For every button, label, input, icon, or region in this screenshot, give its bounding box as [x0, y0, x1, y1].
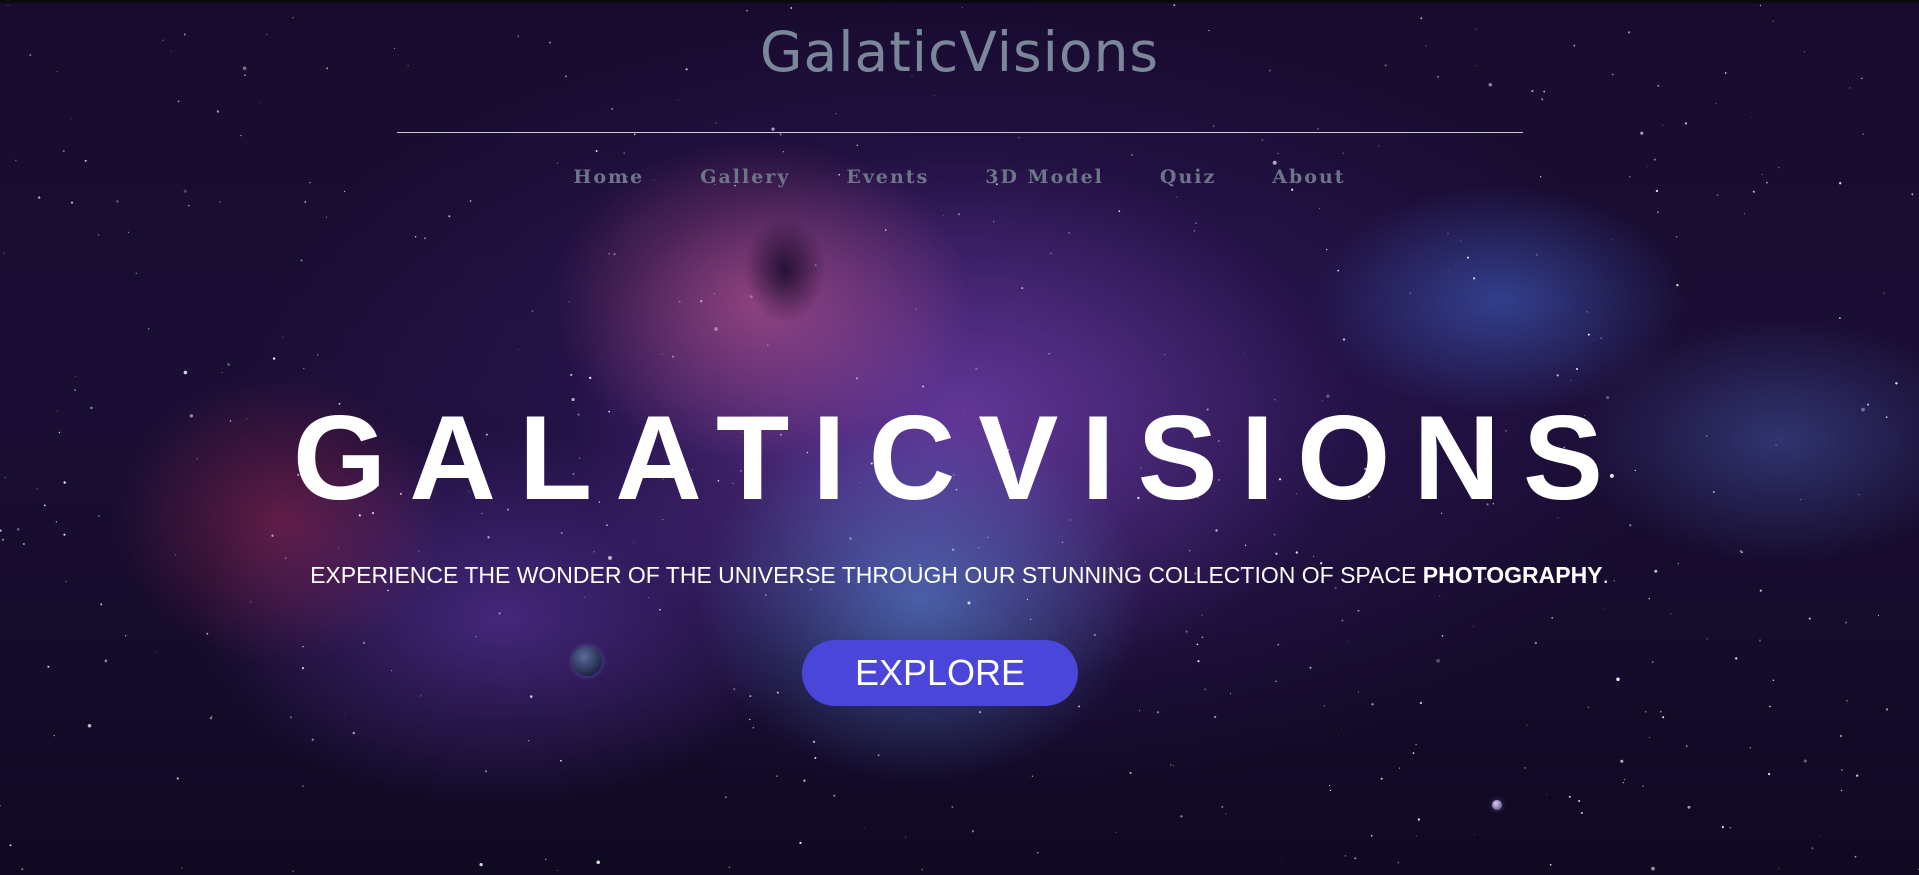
dark-nebula-cloud [720, 190, 850, 350]
nav-link-gallery[interactable]: Gallery [700, 166, 790, 188]
top-edge-band [0, 0, 1919, 3]
planet-graphic [572, 646, 602, 676]
bright-star-graphic [1492, 800, 1502, 810]
tagline-text: EXPERIENCE THE WONDER OF THE UNIVERSE TH… [310, 562, 1423, 588]
nav-link-events[interactable]: Events [846, 166, 929, 188]
main-nav: Home Gallery Events 3D Model Quiz About [0, 166, 1919, 188]
nav-link-3d-model[interactable]: 3D Model [985, 166, 1104, 188]
hero-tagline: EXPERIENCE THE WONDER OF THE UNIVERSE TH… [0, 562, 1919, 589]
hero-title: GALATICVISIONS [292, 391, 1627, 525]
tagline-end: . [1602, 562, 1609, 588]
tagline-emphasis: PHOTOGRAPHY [1422, 562, 1603, 588]
site-logo-title[interactable]: GalaticVisions [0, 22, 1919, 83]
header-divider [397, 132, 1523, 133]
explore-button[interactable]: EXPLORE [802, 640, 1078, 706]
nav-link-home[interactable]: Home [573, 166, 644, 188]
nav-link-about[interactable]: About [1272, 166, 1345, 188]
landing-page: GalaticVisions Home Gallery Events 3D Mo… [0, 0, 1919, 875]
nav-link-quiz[interactable]: Quiz [1160, 166, 1216, 188]
